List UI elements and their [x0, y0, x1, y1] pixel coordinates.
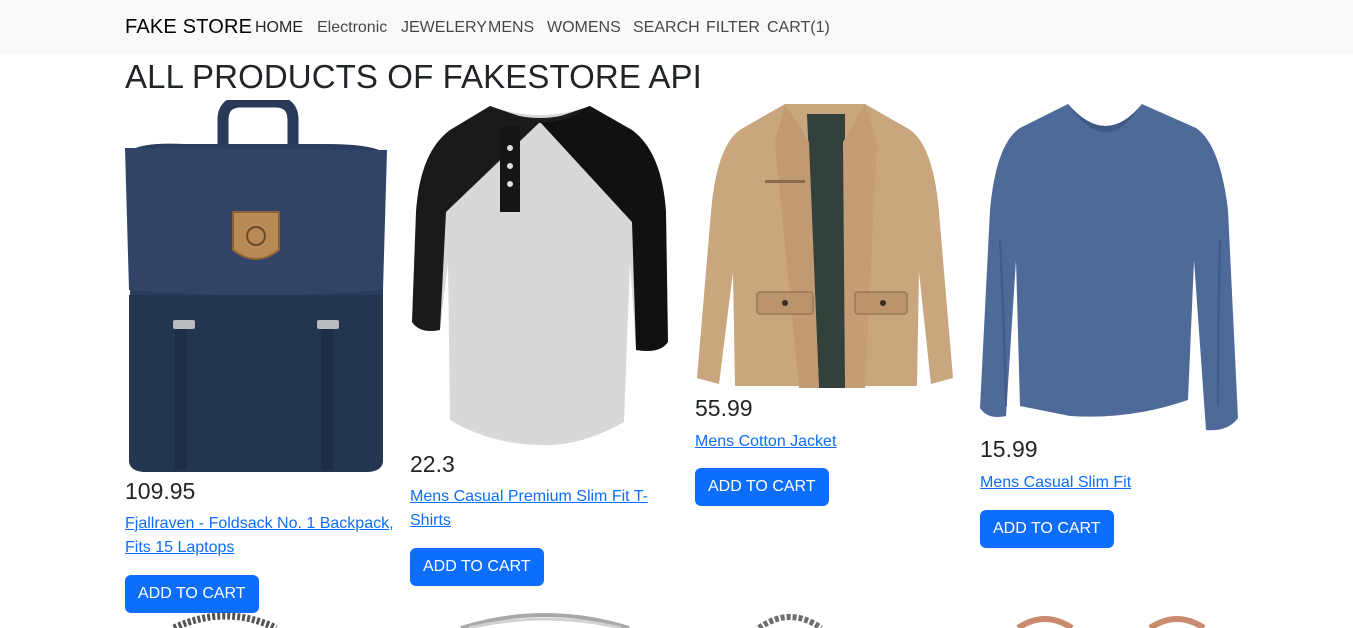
product-price: 109.95 [125, 478, 196, 504]
longsleeve-shirt-image-icon[interactable] [980, 100, 1240, 434]
backpack-image-icon[interactable] [125, 100, 387, 475]
product-price: 55.99 [695, 395, 753, 421]
product-title-link[interactable]: Fjallraven - Foldsack No. 1 Backpack, Fi… [125, 512, 395, 560]
product-title-link[interactable]: Mens Cotton Jacket [695, 430, 965, 454]
cotton-jacket-image-icon[interactable] [695, 102, 955, 390]
bracelet-image-icon[interactable] [170, 610, 280, 628]
product-price: 15.99 [980, 436, 1038, 462]
ring-image-icon[interactable] [755, 610, 825, 628]
nav-electronic[interactable]: Electronic [317, 19, 387, 37]
nav-filter[interactable]: FILTER [706, 19, 760, 37]
nav-home[interactable]: HOME [255, 19, 303, 37]
raglan-tshirt-image-icon[interactable] [410, 102, 670, 447]
nav-search[interactable]: SEARCH [633, 19, 700, 37]
earrings-image-icon[interactable] [1010, 610, 1210, 628]
nav-cart[interactable]: CART(1) [767, 19, 830, 37]
add-to-cart-button[interactable]: ADD TO CART [980, 510, 1114, 548]
page-title: ALL PRODUCTS OF FAKESTORE API [125, 58, 702, 95]
product-price: 22.3 [410, 451, 455, 477]
brand-logo[interactable]: FAKE STORE [125, 16, 252, 39]
product-title-link[interactable]: Mens Casual Slim Fit [980, 471, 1250, 495]
nav-mens[interactable]: MENS [488, 19, 534, 37]
nav-womens[interactable]: WOMENS [547, 19, 621, 37]
nav-jewelery[interactable]: JEWELERY [401, 19, 487, 37]
ring-image-icon[interactable] [455, 610, 635, 628]
top-navbar: FAKE STORE HOME Electronic JEWELERY MENS… [0, 0, 1353, 55]
add-to-cart-button[interactable]: ADD TO CART [410, 548, 544, 586]
add-to-cart-button[interactable]: ADD TO CART [695, 468, 829, 506]
product-title-link[interactable]: Mens Casual Premium Slim Fit T-Shirts [410, 485, 650, 533]
add-to-cart-button[interactable]: ADD TO CART [125, 575, 259, 613]
